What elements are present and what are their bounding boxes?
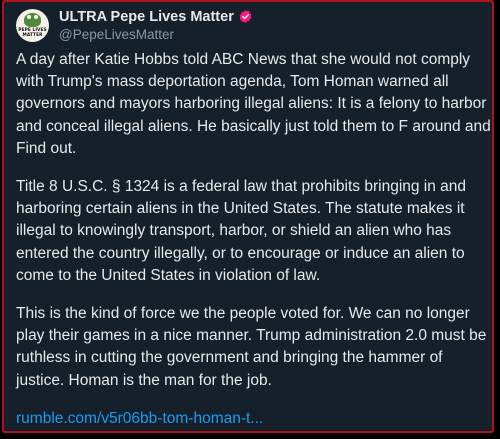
avatar[interactable]: PEPE LIVES MATTER	[16, 8, 49, 42]
post-paragraph: A day after Katie Hobbs told ABC News th…	[16, 51, 491, 157]
post-header: PEPE LIVES MATTER ULTRA Pepe Lives Matte…	[16, 8, 253, 42]
avatar-text: PEPE LIVES MATTER	[18, 27, 47, 38]
post-body: A day after Katie Hobbs told ABC News th…	[16, 49, 492, 430]
author-handle[interactable]: @PepeLivesMatter	[59, 26, 253, 43]
post-paragraph: Title 8 U.S.C. § 1324 is a federal law t…	[16, 178, 467, 284]
verified-badge-icon	[239, 9, 252, 24]
post-link[interactable]: rumble.com/v5r06bb-tom-homan-t...	[16, 408, 263, 430]
author-display-name[interactable]: ULTRA Pepe Lives Matter	[59, 8, 234, 26]
post-paragraph: This is the kind of force we the people …	[16, 305, 487, 389]
author-block: ULTRA Pepe Lives Matter @PepeLivesMatter	[59, 8, 253, 43]
pepe-frog-icon	[24, 12, 41, 27]
post-card: PEPE LIVES MATTER ULTRA Pepe Lives Matte…	[2, 0, 494, 433]
